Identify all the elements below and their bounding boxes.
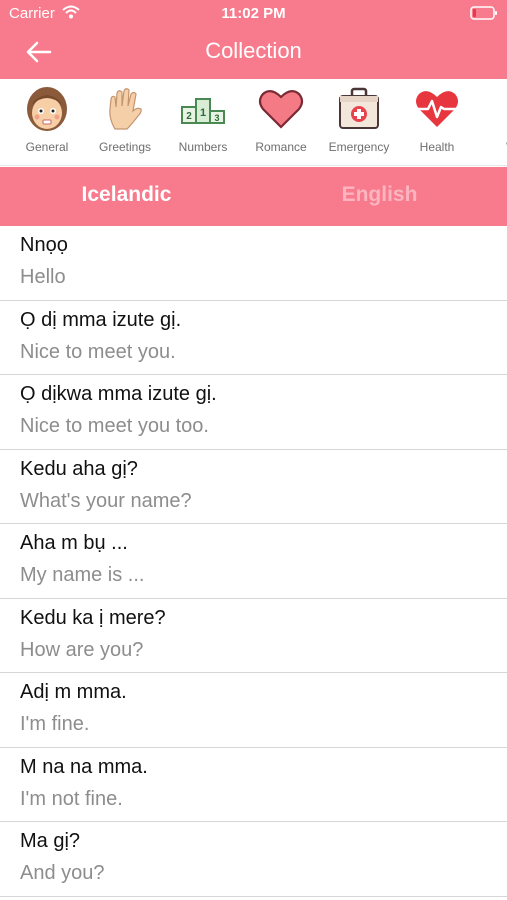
phrase-source: Adị m mma. — [20, 681, 127, 703]
phrase-source: Ma gị? — [20, 830, 81, 852]
category-label: General — [25, 140, 69, 154]
phrase-row[interactable]: Nnọọ Hello — [0, 226, 507, 301]
phrase-source: Aha m bụ ... — [20, 532, 128, 554]
svg-text:2: 2 — [186, 111, 192, 122]
language-tabs: Icelandic English — [0, 167, 507, 226]
tab-english[interactable]: English — [253, 167, 506, 226]
category-bar[interactable]: General Greetings 1 2 3 Numbers Romance — [0, 79, 507, 166]
status-time: 11:02 PM — [221, 5, 286, 22]
category-greetings[interactable]: Greetings — [86, 79, 164, 165]
category-weather[interactable]: We — [476, 79, 507, 165]
phrase-list: Nnọọ Hello Ọ dị mma izute gị. Nice to me… — [0, 226, 507, 897]
phrase-source: Kedu aha gị? — [20, 457, 138, 480]
first-aid-kit-icon — [339, 87, 379, 129]
status-bar: Carrier 11:02 PM — [0, 0, 507, 28]
phrase-translation: Nice to meet you too. — [20, 415, 209, 437]
phrase-source: Nnọọ — [20, 234, 68, 256]
phrase-source: M na na mma. — [20, 755, 148, 778]
category-general[interactable]: General — [8, 79, 86, 165]
face-icon — [27, 87, 67, 131]
svg-text:1: 1 — [200, 107, 206, 119]
phrase-row[interactable]: Kedu aha gị? What's your name? — [0, 450, 507, 524]
category-health[interactable]: Health — [398, 79, 476, 165]
heart-icon — [258, 90, 304, 129]
battery-icon — [470, 6, 497, 20]
phrase-translation: What's your name? — [20, 489, 192, 512]
phrase-row[interactable]: Ọ dịkwa mma izute gị. Nice to meet you t… — [0, 375, 507, 450]
phrase-row[interactable]: Kedu ka ị mere? How are you? — [0, 599, 507, 673]
category-numbers[interactable]: 1 2 3 Numbers — [164, 79, 242, 165]
phrase-translation: And you? — [20, 862, 105, 884]
phrase-source: Kedu ka ị mere? — [20, 606, 166, 629]
category-emergency[interactable]: Emergency — [320, 79, 398, 165]
svg-text:3: 3 — [214, 113, 219, 123]
page-title: Collection — [205, 38, 302, 63]
category-label: We — [476, 140, 507, 154]
weather-icon — [491, 85, 507, 133]
phrase-source: Ọ dịkwa mma izute gị. — [20, 383, 217, 405]
phrase-row[interactable]: Ma gị? And you? — [0, 822, 507, 897]
waving-hand-icon — [109, 88, 142, 130]
phrase-source: Ọ dị mma izute gị. — [20, 308, 182, 331]
phrase-translation: Nice to meet you. — [20, 340, 176, 363]
category-label: Greetings — [98, 140, 152, 154]
tab-icelandic[interactable]: Icelandic — [0, 167, 253, 226]
heartbeat-icon — [416, 91, 458, 127]
phrase-row[interactable]: M na na mma. I'm not fine. — [0, 748, 507, 822]
phrase-translation: Hello — [20, 266, 66, 288]
category-label: Romance — [255, 140, 307, 154]
phrase-row[interactable]: Aha m bụ ... My name is ... — [0, 524, 507, 599]
phrase-translation: My name is ... — [20, 564, 145, 586]
phrase-translation: How are you? — [20, 638, 144, 661]
nav-header: Carrier 11:02 PM Collection — [0, 0, 507, 79]
phrase-row[interactable]: Ọ dị mma izute gị. Nice to meet you. — [0, 301, 507, 375]
category-romance[interactable]: Romance — [242, 79, 320, 165]
category-label: Emergency — [328, 140, 390, 154]
category-label: Health — [419, 140, 455, 154]
phrase-row[interactable]: Adị m mma. I'm fine. — [0, 673, 507, 748]
phrase-translation: I'm fine. — [20, 713, 90, 735]
phrase-translation: I'm not fine. — [20, 787, 123, 810]
category-label: Numbers — [178, 140, 228, 154]
numbers-podium-icon: 1 2 3 — [181, 98, 225, 124]
